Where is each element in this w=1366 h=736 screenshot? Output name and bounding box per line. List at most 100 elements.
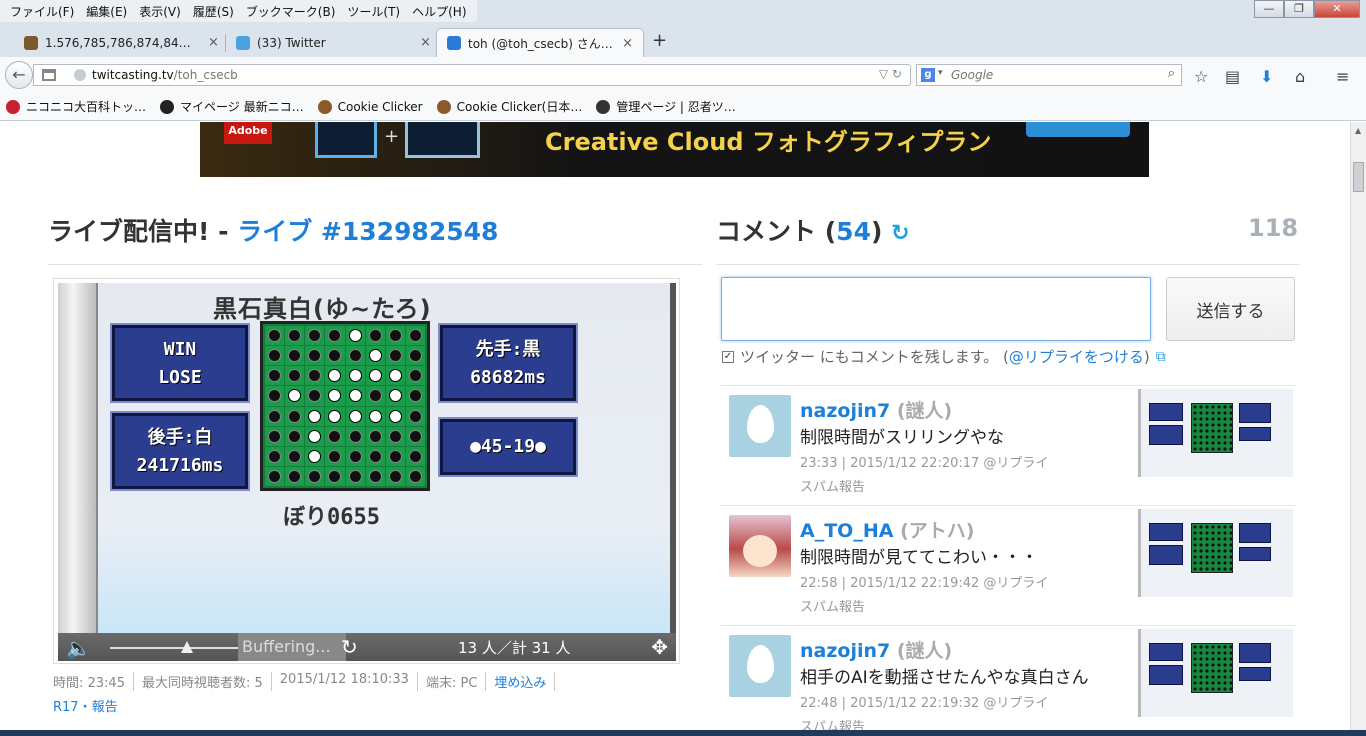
comment-author[interactable]: A_TO_HA (アトハ)	[800, 516, 974, 543]
hamburger-menu-icon[interactable]: ≡	[1336, 67, 1349, 86]
fullscreen-icon[interactable]: ✥	[651, 635, 668, 659]
black-disc	[328, 429, 342, 443]
url-bar[interactable]: twitcasting.tv/toh_csecb ▽ ↻	[33, 64, 911, 86]
new-tab-button[interactable]: +	[652, 30, 667, 51]
black-disc	[408, 449, 422, 463]
board-cell	[305, 386, 325, 406]
spam-report-link[interactable]: スパム報告	[800, 596, 865, 615]
twitter-checkbox[interactable]: ✓	[722, 350, 734, 363]
tab-groups-icon[interactable]	[42, 69, 56, 81]
board-cell	[285, 406, 305, 426]
maximize-button[interactable]: ❐	[1284, 0, 1314, 18]
board-cell	[385, 346, 405, 366]
white-disc	[368, 349, 382, 363]
bookmark-item[interactable]: Cookie Clicker(日本…	[436, 98, 582, 115]
board-cell	[345, 446, 365, 466]
bookmark-item[interactable]: 管理ページ | 忍者ツ…	[596, 98, 736, 115]
bookmark-item[interactable]: ニコニコ大百科トッ…	[6, 98, 146, 115]
report-link[interactable]: R17・報告	[53, 696, 118, 715]
menu-tools[interactable]: ツール(T)	[341, 3, 406, 20]
embed-link[interactable]: 埋め込み	[494, 672, 556, 691]
comment-thumbnail[interactable]	[1138, 389, 1293, 477]
menu-help[interactable]: ヘルプ(H)	[406, 3, 472, 20]
menu-file[interactable]: ファイル(F)	[4, 3, 80, 20]
avatar[interactable]	[729, 635, 791, 697]
avatar[interactable]	[729, 395, 791, 457]
black-disc	[408, 389, 422, 403]
refresh-comments-icon[interactable]: ↻	[891, 221, 909, 246]
bookmark-star-icon[interactable]: ☆	[1194, 67, 1208, 86]
white-disc	[348, 329, 362, 343]
tab-label: (33) Twitter	[257, 35, 326, 50]
tab-cookie-clicker[interactable]: 1.576,785,786,874,84… ×	[14, 28, 229, 57]
black-disc	[288, 449, 302, 463]
board-cell	[285, 386, 305, 406]
volume-knob[interactable]	[180, 641, 193, 653]
menu-edit[interactable]: 編集(E)	[80, 3, 133, 20]
bookmark-item[interactable]: マイページ 最新ニコ…	[160, 98, 304, 115]
tab-close-icon[interactable]: ×	[420, 35, 431, 50]
stream-time: 時間: 23:45	[53, 672, 134, 691]
black-disc	[408, 349, 422, 363]
home-icon[interactable]: ⌂	[1295, 67, 1305, 86]
speaker-icon[interactable]: 🔈	[66, 636, 91, 660]
video-frame[interactable]: 黒石真白(ゆ~たろ) WIN LOSE 後手:白 241716ms 先手:黒 6868…	[58, 283, 676, 633]
win-lose-panel: WIN LOSE	[110, 323, 250, 403]
search-bar[interactable]: g ▾ ⌕	[916, 64, 1182, 86]
avatar[interactable]	[729, 515, 791, 577]
board-cell	[265, 446, 285, 466]
ad-buy-button[interactable]	[1026, 122, 1130, 137]
black-disc	[288, 349, 302, 363]
black-disc	[268, 389, 282, 403]
menu-history[interactable]: 履歴(S)	[187, 3, 240, 20]
score-panel: ●45-19●	[438, 417, 578, 477]
board-cell	[365, 466, 385, 486]
comment-author[interactable]: nazojin7 (謎人)	[800, 636, 952, 663]
tab-twitter[interactable]: (33) Twitter ×	[226, 28, 441, 57]
downloads-icon[interactable]: ⬇	[1260, 67, 1273, 86]
live-link[interactable]: ライブ #132982548	[237, 217, 498, 246]
os-taskbar	[0, 730, 1366, 736]
close-window-button[interactable]: ✕	[1314, 0, 1360, 18]
tab-close-icon[interactable]: ×	[622, 36, 633, 51]
comment-author[interactable]: nazojin7 (謎人)	[800, 396, 952, 423]
search-icon[interactable]: ⌕	[1168, 66, 1175, 81]
comment-thumbnail[interactable]	[1138, 629, 1293, 717]
reply-link[interactable]: @リプライをつける	[1009, 346, 1144, 367]
minimize-button[interactable]: —	[1254, 0, 1284, 18]
menu-bookmarks[interactable]: ブックマーク(B)	[240, 3, 342, 20]
site-identity-icon[interactable]	[74, 69, 86, 81]
menu-view[interactable]: 表示(V)	[133, 3, 187, 20]
search-engine-dropdown-icon[interactable]: ▾	[938, 68, 943, 78]
reload-icon[interactable]: ▽ ↻	[879, 67, 902, 81]
scrollbar-thumb[interactable]	[1353, 162, 1364, 192]
ad-banner[interactable]: Adobe + Creative Cloud フォトグラフィプラン	[200, 122, 1149, 177]
send-button[interactable]: 送信する	[1166, 277, 1295, 341]
board-cell	[405, 406, 425, 426]
video-player[interactable]: 黒石真白(ゆ~たろ) WIN LOSE 後手:白 241716ms 先手:黒 6868…	[53, 278, 680, 664]
tab-twitcasting[interactable]: toh (@toh_csecb) さん… ×	[436, 28, 644, 57]
ad-plus: +	[384, 126, 400, 147]
back-button[interactable]: ←	[5, 61, 33, 89]
black-disc	[408, 409, 422, 423]
board-cell	[365, 346, 385, 366]
scroll-up-icon[interactable]: ▲	[1355, 126, 1361, 135]
board-cell	[305, 466, 325, 486]
page-scrollbar[interactable]: ▲	[1350, 122, 1366, 730]
board-cell	[345, 366, 365, 386]
comment-input[interactable]	[721, 277, 1151, 341]
volume-slider[interactable]	[110, 647, 238, 649]
spam-report-link[interactable]: スパム報告	[800, 476, 865, 495]
board-cell	[305, 326, 325, 346]
comment-thumbnail[interactable]	[1138, 509, 1293, 597]
bookmark-item[interactable]: Cookie Clicker	[317, 99, 423, 114]
search-input[interactable]	[951, 67, 1151, 83]
comment-time: 22:48 | 2015/1/12 22:19:32 @リプライ	[800, 696, 1049, 711]
url-text[interactable]: twitcasting.tv/toh_csecb	[92, 68, 238, 82]
google-icon[interactable]: g	[921, 68, 935, 82]
external-link-icon[interactable]: ⧉	[1156, 349, 1166, 365]
tab-close-icon[interactable]: ×	[208, 35, 219, 50]
reload-icon[interactable]: ↻	[341, 635, 358, 659]
max-viewers: 最大同時視聴者数: 5	[142, 672, 272, 691]
bookmarks-menu-icon[interactable]: ▤	[1225, 67, 1240, 86]
